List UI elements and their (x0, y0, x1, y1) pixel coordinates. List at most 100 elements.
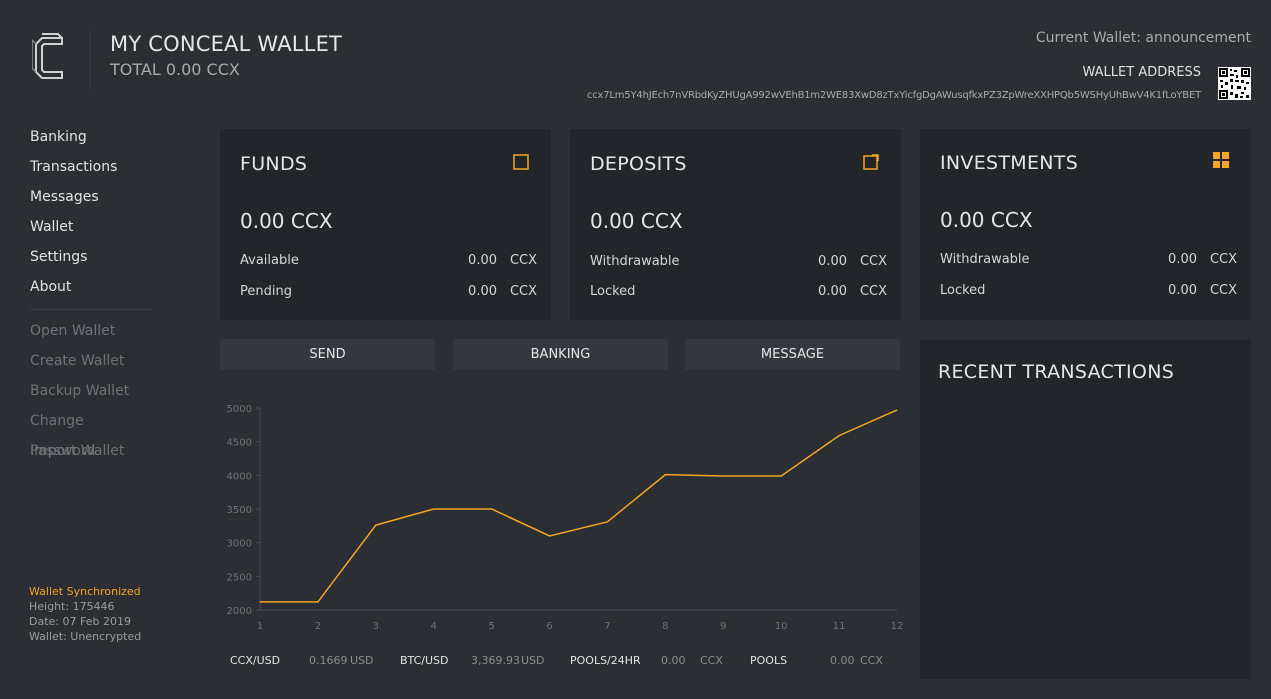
row-label: Withdrawable (940, 252, 1030, 267)
send-button[interactable]: SEND (220, 339, 435, 370)
row-label: Locked (940, 283, 986, 298)
sidebar-item-import-wallet[interactable]: Import Wallet (30, 436, 152, 466)
current-wallet-name: Current Wallet: announcement (1035, 30, 1251, 46)
sync-date: Date: 07 Feb 2019 (29, 615, 131, 628)
ticker-ccx-usd-value: 0.1669 (309, 654, 348, 667)
price-line-chart: 20002500300035004000450050001 2 3 4 5 6 7 8 9 10 1… (227, 404, 904, 632)
sidebar-item-create-wallet[interactable]: Create Wallet (30, 346, 152, 376)
sidebar-item-open-wallet[interactable]: Open Wallet (30, 316, 152, 346)
price-series-line (260, 409, 898, 603)
sidebar-item-backup-wallet[interactable]: Backup Wallet (30, 376, 152, 406)
investments-amount: 0.00 CCX (940, 208, 1033, 232)
y-tick-label: 5000 (227, 404, 252, 415)
ticker-pools-label: POOLS (750, 654, 788, 667)
header: MY CONCEAL WALLET TOTAL 0.00 CCX Current… (0, 0, 1271, 110)
row-value: 0.00 (818, 284, 847, 299)
investments-card: INVESTMENTS 0.00 CCX Withdrawable 0.00 C… (920, 129, 1251, 320)
recent-transactions-title: RECENT TRANSACTIONS (938, 361, 1175, 383)
qr-code-icon[interactable] (1218, 67, 1251, 100)
data-point (606, 521, 608, 523)
data-point (896, 409, 898, 411)
x-tick-label: 4 (431, 621, 437, 632)
wallet-address-label: WALLET ADDRESS (1082, 65, 1201, 80)
x-tick-label: 1 (257, 621, 263, 632)
wallet-total: TOTAL 0.00 CCX (110, 60, 240, 79)
row-value: 0.00 (1168, 283, 1197, 298)
funds-pending-row: Pending 0.00 CCX (240, 284, 537, 302)
data-point (259, 601, 261, 603)
row-currency: CCX (509, 253, 537, 268)
sidebar-item-settings[interactable]: Settings (30, 242, 152, 272)
message-button[interactable]: MESSAGE (685, 339, 900, 370)
ticker-pools-24hr-value: 0.00 (661, 654, 686, 667)
row-currency: CCX (1209, 252, 1237, 267)
deposits-locked-row: Locked 0.00 CCX (590, 284, 887, 302)
deposits-amount: 0.00 CCX (590, 209, 683, 233)
sidebar-divider (30, 309, 152, 310)
row-value: 0.00 (468, 253, 497, 268)
sync-status: Wallet Synchronized Height: 175446 Date:… (29, 584, 141, 644)
ticker-btc-usd-value: 3,369.93 (471, 654, 520, 667)
wallet-encryption: Wallet: Unencrypted (29, 630, 142, 643)
row-currency: CCX (509, 284, 537, 299)
sync-status-label: Wallet Synchronized (29, 585, 141, 598)
x-tick-label: 8 (662, 621, 668, 632)
funds-card: FUNDS 0.00 CCX Available 0.00 CCX Pendin… (220, 129, 551, 320)
funds-available-row: Available 0.00 CCX (240, 253, 537, 271)
data-point (491, 508, 493, 510)
recent-transactions-panel: RECENT TRANSACTIONS (920, 340, 1251, 679)
investments-locked-row: Locked 0.00 CCX (940, 283, 1237, 301)
x-tick-label: 3 (373, 621, 379, 632)
row-value: 0.00 (818, 254, 847, 269)
investments-withdrawable-row: Withdrawable 0.00 CCX (940, 252, 1237, 270)
row-currency: CCX (1209, 283, 1237, 298)
ticker-pools-24hr-label: POOLS/24HR (570, 654, 641, 667)
ticker-pools-24hr-unit: CCX (700, 654, 723, 667)
sidebar-item-about[interactable]: About (30, 272, 152, 302)
row-label: Withdrawable (590, 254, 680, 269)
ticker-ccx-usd-label: CCX/USD (230, 654, 281, 667)
sidebar-item-messages[interactable]: Messages (30, 182, 152, 212)
row-label: Available (240, 253, 299, 268)
corner-square-icon (863, 154, 879, 170)
row-value: 0.00 (1168, 252, 1197, 267)
x-tick-label: 11 (833, 621, 846, 632)
x-tick-label: 12 (891, 621, 904, 632)
sidebar-item-wallet[interactable]: Wallet (30, 212, 152, 242)
banking-button[interactable]: BANKING (453, 339, 668, 370)
ticker-ccx-usd-unit: USD (350, 654, 374, 667)
conceal-logo-icon (32, 33, 63, 79)
data-point (780, 475, 782, 477)
sidebar-nav: Banking Transactions Messages Wallet Set… (30, 122, 152, 466)
x-tick-label: 9 (720, 621, 726, 632)
y-tick-label: 2000 (227, 606, 252, 617)
wallet-address[interactable]: ccx7Lm5Y4hJEch7nVRbdKyZHUgA992wVEhB1m2WE… (587, 90, 1201, 101)
data-point (375, 524, 377, 526)
data-point (722, 475, 724, 477)
x-tick-label: 6 (546, 621, 552, 632)
x-tick-label: 10 (775, 621, 788, 632)
investments-title: INVESTMENTS (940, 152, 1079, 174)
y-tick-label: 3500 (227, 505, 252, 516)
y-tick-label: 3000 (227, 539, 252, 550)
row-label: Locked (590, 284, 636, 299)
square-icon (513, 154, 529, 170)
block-height: Height: 175446 (29, 600, 115, 613)
sidebar-item-change-password[interactable]: Change Password (30, 406, 152, 459)
data-point (317, 601, 319, 603)
row-currency: CCX (859, 284, 887, 299)
row-label: Pending (240, 284, 292, 299)
row-value: 0.00 (468, 284, 497, 299)
sidebar-item-transactions[interactable]: Transactions (30, 152, 152, 182)
y-tick-label: 4000 (227, 471, 252, 482)
data-point (838, 435, 840, 437)
deposits-withdrawable-row: Withdrawable 0.00 CCX (590, 254, 887, 272)
data-point (664, 474, 666, 476)
wallet-title: MY CONCEAL WALLET (110, 32, 343, 56)
sidebar-item-banking[interactable]: Banking (30, 122, 152, 152)
data-point (433, 508, 435, 510)
header-divider (90, 30, 91, 90)
deposits-card: DEPOSITS 0.00 CCX Withdrawable 0.00 CCX … (570, 129, 901, 320)
grid-icon (1213, 152, 1229, 168)
x-tick-label: 2 (315, 621, 321, 632)
